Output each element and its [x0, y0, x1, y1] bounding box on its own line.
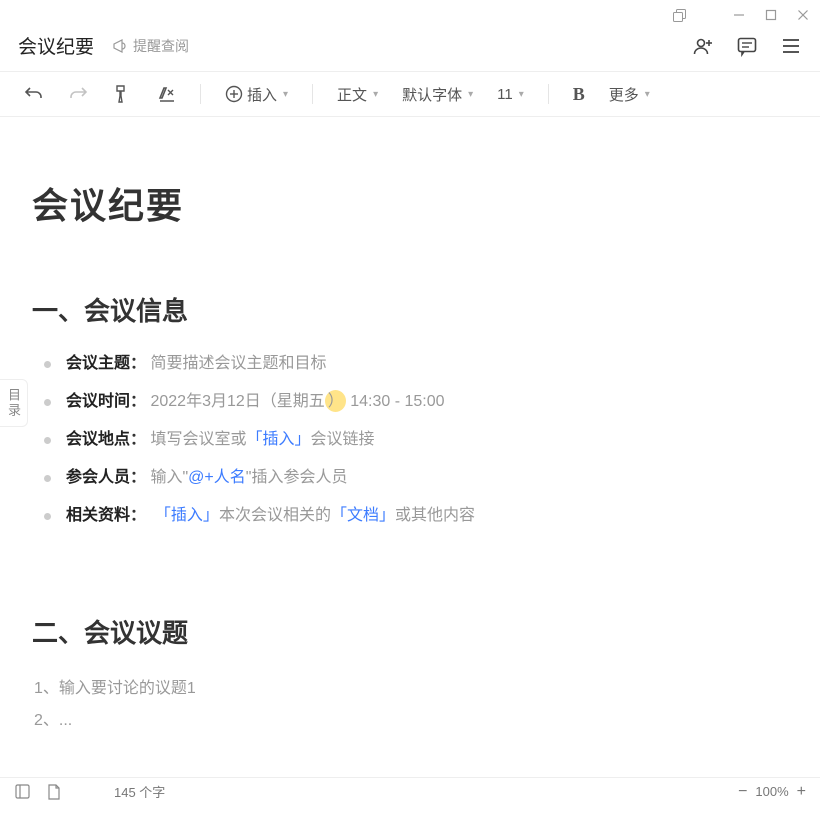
redo-button[interactable] [68, 84, 88, 104]
content-scroll[interactable]: 目录 会议纪要 一、会议信息 会议主题： 简要描述会议主题和目标 会议时间： 2… [0, 117, 820, 822]
font-size-value: 11 [497, 86, 513, 103]
minimize-icon[interactable] [732, 8, 746, 22]
font-family-label: 默认字体 [402, 84, 462, 105]
chevron-down-icon: ▾ [373, 89, 378, 100]
chevron-down-icon: ▾ [468, 89, 473, 100]
maximize-detach-icon[interactable] [672, 8, 686, 22]
topic-line: 1、输入要讨论的议题1 [34, 674, 788, 698]
paragraph-style-label: 正文 [337, 84, 367, 105]
font-size-dropdown[interactable]: 11 ▾ [497, 86, 524, 103]
list-item: 会议时间： 2022年3月12日（星期五） 14:30 - 15:00 [44, 390, 788, 414]
document-link[interactable]: 「文档」 [331, 507, 395, 524]
menu-icon[interactable] [780, 35, 802, 57]
document-title: 会议纪要 [32, 177, 788, 229]
insert-link[interactable]: 「插入」 [155, 507, 219, 524]
insert-dropdown[interactable]: 插入 ▾ [225, 84, 288, 105]
outline-panel-icon[interactable] [14, 784, 30, 800]
section-1-heading: 一、会议信息 [32, 291, 788, 328]
mention-hint[interactable]: @+人名 [188, 469, 246, 486]
status-bar: 145 个字 − 100% + [0, 777, 820, 805]
info-value-time: 2022年3月12日（星期五） 14:30 - 15:00 [150, 390, 444, 412]
header-row: 会议纪要 提醒查阅 [0, 26, 820, 71]
undo-button[interactable] [24, 84, 44, 104]
clear-format-button[interactable] [156, 84, 176, 104]
document-body[interactable]: 会议纪要 一、会议信息 会议主题： 简要描述会议主题和目标 会议时间： 2022… [0, 137, 820, 758]
list-item: 相关资料： 「插入」本次会议相关的「文档」或其他内容 [44, 504, 788, 528]
page-icon[interactable] [46, 784, 62, 800]
meeting-info-list: 会议主题： 简要描述会议主题和目标 会议时间： 2022年3月12日（星期五） … [32, 352, 788, 528]
window-restore-icon[interactable] [764, 8, 778, 22]
list-item: 参会人员： 输入"@+人名"插入参会人员 [44, 466, 788, 490]
info-placeholder: 简要描述会议主题和目标 [150, 355, 326, 372]
word-count: 145 个字 [114, 782, 165, 801]
add-user-icon[interactable] [692, 35, 714, 57]
more-dropdown[interactable]: 更多 ▾ [609, 84, 650, 105]
info-label-topic: 会议主题 [66, 355, 130, 372]
document-tab-title: 会议纪要 [18, 32, 94, 59]
title-bar [0, 0, 820, 26]
cursor-highlight: ） [325, 390, 346, 412]
font-family-dropdown[interactable]: 默认字体 ▾ [402, 84, 473, 105]
megaphone-icon [112, 38, 128, 54]
comment-icon[interactable] [736, 35, 758, 57]
section-2-heading: 二、会议议题 [32, 613, 788, 650]
bold-button[interactable]: B [573, 84, 585, 105]
insert-link[interactable]: 「插入」 [247, 431, 311, 448]
toolbar: 插入 ▾ 正文 ▾ 默认字体 ▾ 11 ▾ B 更多 ▾ [0, 71, 820, 117]
zoom-out-button[interactable]: − [738, 783, 747, 801]
chevron-down-icon: ▾ [519, 89, 524, 100]
info-label-time: 会议时间 [66, 393, 130, 410]
zoom-in-button[interactable]: + [797, 783, 806, 801]
remind-label: 提醒查阅 [133, 36, 189, 56]
format-painter-button[interactable] [112, 84, 132, 104]
info-label-attendee: 参会人员 [66, 469, 130, 486]
paragraph-style-dropdown[interactable]: 正文 ▾ [337, 84, 378, 105]
chevron-down-icon: ▾ [645, 89, 650, 100]
zoom-value: 100% [755, 784, 788, 799]
list-item: 会议主题： 简要描述会议主题和目标 [44, 352, 788, 376]
topics-block: 1、输入要讨论的议题1 2、... [32, 674, 788, 730]
topic-line: 2、... [34, 706, 788, 730]
insert-label: 插入 [247, 84, 277, 105]
more-label: 更多 [609, 84, 639, 105]
remind-button[interactable]: 提醒查阅 [112, 36, 189, 56]
chevron-down-icon: ▾ [283, 89, 288, 100]
close-icon[interactable] [796, 8, 810, 22]
plus-circle-icon [225, 85, 243, 103]
info-label-materials: 相关资料 [66, 507, 130, 524]
info-label-venue: 会议地点 [66, 431, 130, 448]
outline-toggle[interactable]: 目录 [0, 379, 28, 427]
list-item: 会议地点： 填写会议室或「插入」会议链接 [44, 428, 788, 452]
